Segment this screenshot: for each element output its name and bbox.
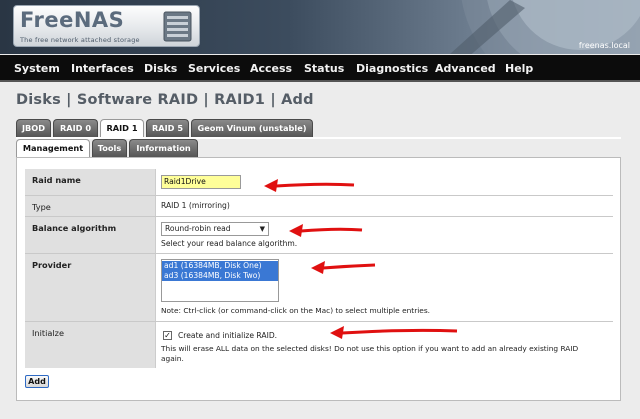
initialize-checkbox-label: Create and initialize RAID.: [178, 331, 278, 340]
nav-diagnostics[interactable]: Diagnostics: [356, 62, 428, 75]
main-nav: System Interfaces Disks Services Access …: [0, 55, 640, 82]
form-panel: Raid name Raid1Drive Type RAID 1 (mirror…: [16, 157, 621, 401]
initialize-row: Initialze ✓ Create and initialize RAID. …: [25, 322, 613, 368]
hostname-label: freenas.local: [578, 41, 630, 50]
initialize-label: Initialze: [25, 322, 156, 368]
nav-advanced[interactable]: Advanced: [435, 62, 496, 75]
tab-geom-vinum[interactable]: Geom Vinum (unstable): [191, 119, 313, 137]
freenas-logo[interactable]: FreeNAS The free network attached storag…: [13, 5, 200, 47]
tab-raid0[interactable]: RAID 0: [53, 119, 98, 137]
raid-name-label: Raid name: [25, 169, 156, 195]
nav-interfaces[interactable]: Interfaces: [71, 62, 134, 75]
nav-status[interactable]: Status: [304, 62, 344, 75]
type-label: Type: [25, 196, 156, 216]
raid-name-input[interactable]: Raid1Drive: [161, 175, 241, 189]
initialize-checkbox[interactable]: ✓: [163, 331, 172, 340]
tab-raid1[interactable]: RAID 1: [100, 119, 144, 139]
nav-services[interactable]: Services: [188, 62, 240, 75]
balance-selected-value: Round-robin read: [165, 224, 231, 233]
initialize-warning: This will erase ALL data on the selected…: [161, 344, 579, 363]
red-arrow-annotation: [289, 224, 363, 237]
type-row: Type RAID 1 (mirroring): [25, 196, 613, 217]
provider-listbox[interactable]: ad1 (16384MB, Disk One) ad3 (16384MB, Di…: [161, 259, 279, 302]
tab-raid5[interactable]: RAID 5: [146, 119, 189, 137]
nav-access[interactable]: Access: [250, 62, 292, 75]
red-arrow-annotation: [330, 326, 458, 339]
select-arrow-icon: ▼: [259, 225, 265, 233]
provider-label: Provider: [25, 254, 156, 321]
subtab-information[interactable]: Information: [129, 139, 198, 157]
header: FreeNAS The free network attached storag…: [0, 0, 640, 54]
provider-option-ad3[interactable]: ad3 (16384MB, Disk Two): [162, 271, 278, 281]
nav-system[interactable]: System: [14, 62, 60, 75]
balance-hint: Select your read balance algorithm.: [161, 239, 298, 248]
balance-algorithm-select[interactable]: Round-robin read ▼: [161, 222, 269, 236]
red-arrow-annotation: [264, 179, 355, 192]
logo-tagline: The free network attached storage: [20, 36, 140, 44]
nav-help[interactable]: Help: [505, 62, 533, 75]
subtab-management[interactable]: Management: [16, 139, 90, 158]
page-title: Disks | Software RAID | RAID1 | Add: [16, 92, 314, 108]
add-button[interactable]: Add: [25, 375, 49, 388]
logo-title: FreeNAS: [20, 8, 125, 32]
provider-note: Note: Ctrl-click (or command-click on th…: [161, 306, 431, 315]
nav-disks[interactable]: Disks: [144, 62, 177, 75]
server-logo-icon: [163, 11, 192, 42]
balance-label: Balance algorithm: [25, 217, 156, 253]
tab-jbod[interactable]: JBOD: [16, 119, 51, 137]
type-value: RAID 1 (mirroring): [161, 201, 230, 210]
subtab-tools[interactable]: Tools: [92, 139, 127, 157]
provider-option-ad1[interactable]: ad1 (16384MB, Disk One): [162, 261, 278, 271]
red-arrow-annotation: [311, 261, 376, 274]
